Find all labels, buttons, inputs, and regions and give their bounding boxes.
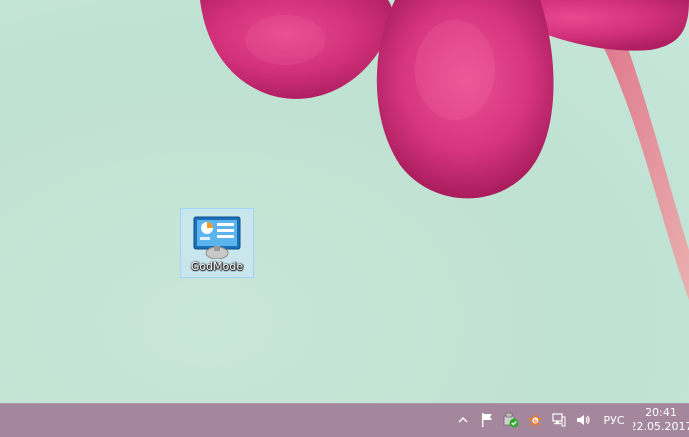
- action-center-flag-icon: [482, 413, 492, 427]
- chevron-up-icon: [458, 417, 468, 423]
- wallpaper-image: [200, 0, 689, 300]
- network-button[interactable]: [547, 403, 571, 437]
- system-tray: a РУС 20:41 22.05.2017: [451, 403, 689, 437]
- network-security-icon: [503, 412, 519, 428]
- desktop-icon-godmode[interactable]: GodMode: [180, 208, 254, 278]
- network-icon: [552, 413, 566, 427]
- network-security-button[interactable]: [499, 403, 523, 437]
- desktop-icon-label: GodMode: [190, 260, 244, 273]
- input-language-button[interactable]: РУС: [595, 403, 633, 437]
- taskbar[interactable]: a РУС 20:41 22.05.2017: [0, 403, 689, 437]
- control-panel-icon: [193, 216, 241, 259]
- volume-button[interactable]: [571, 403, 595, 437]
- clock-date: 22.05.2017: [633, 420, 689, 433]
- show-hidden-icons-button[interactable]: [451, 403, 475, 437]
- svg-text:a: a: [533, 419, 537, 425]
- clock-time: 20:41: [645, 406, 677, 419]
- avast-button[interactable]: a: [523, 403, 547, 437]
- clock-button[interactable]: 20:41 22.05.2017: [633, 403, 689, 437]
- volume-icon: [577, 415, 590, 425]
- action-center-button[interactable]: [475, 403, 499, 437]
- avast-icon: a: [528, 413, 542, 427]
- desktop[interactable]: GodMode: [0, 0, 689, 403]
